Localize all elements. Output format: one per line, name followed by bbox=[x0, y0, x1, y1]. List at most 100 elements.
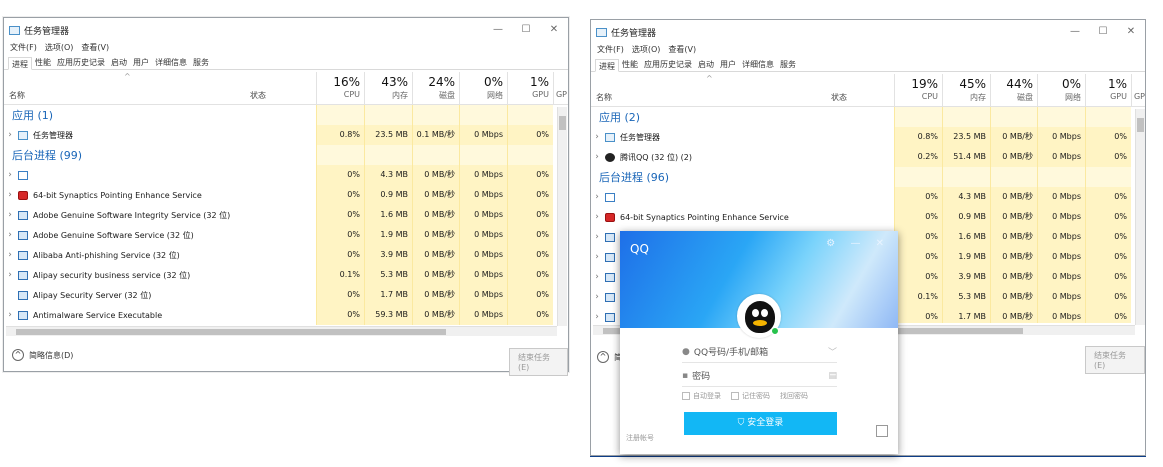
tab-performance[interactable]: 性能 bbox=[32, 56, 54, 69]
header-cpu[interactable]: 16% CPU bbox=[316, 72, 364, 105]
group-header[interactable]: 应用 (2) bbox=[591, 107, 1145, 127]
header-cpu[interactable]: 19% CPU bbox=[894, 74, 942, 107]
expand-chevron-icon[interactable]: › bbox=[591, 272, 603, 282]
minimize-button[interactable]: — bbox=[1061, 20, 1089, 44]
process-row[interactable]: › 任务管理器 0.8% 23.5 MB 0 MB/秒 0 Mbps 0% bbox=[591, 127, 1145, 147]
maximize-button[interactable]: ☐ bbox=[1089, 20, 1117, 44]
close-button[interactable]: ✕ bbox=[1117, 20, 1145, 44]
header-gpu-engine[interactable]: GP bbox=[1131, 74, 1145, 107]
header-disk[interactable]: 24% 磁盘 bbox=[412, 72, 459, 105]
tab-users[interactable]: 用户 bbox=[130, 56, 152, 69]
expand-chevron-icon[interactable]: › bbox=[591, 192, 603, 202]
expand-chevron-icon[interactable]: › bbox=[4, 270, 16, 280]
tab-startup[interactable]: 启动 bbox=[108, 56, 130, 69]
menu-options[interactable]: 选项(O) bbox=[45, 42, 74, 56]
end-task-button[interactable]: 结束任务(E) bbox=[509, 348, 568, 376]
vertical-scrollbar[interactable] bbox=[1135, 109, 1145, 325]
menu-view[interactable]: 查看(V) bbox=[668, 44, 696, 58]
recover-password-link[interactable]: 找回密码 bbox=[780, 391, 808, 401]
expand-chevron-icon[interactable]: › bbox=[591, 132, 603, 142]
process-row[interactable]: › Adobe Genuine Software Service (32 位) 0%… bbox=[4, 225, 568, 245]
group-header[interactable]: 应用 (1) bbox=[4, 105, 568, 125]
process-row[interactable]: › Alibaba Anti-phishing Service (32 位) 0% 3… bbox=[4, 245, 568, 265]
expand-chevron-icon[interactable]: › bbox=[591, 212, 603, 222]
header-memory[interactable]: 45% 内存 bbox=[942, 74, 990, 107]
expand-chevron-icon[interactable]: › bbox=[4, 210, 16, 220]
header-status[interactable]: 状态 bbox=[250, 90, 266, 101]
account-input[interactable]: ● QQ号码/手机/邮箱 ﹀ bbox=[682, 341, 837, 363]
tab-app-history[interactable]: 应用历史记录 bbox=[641, 58, 695, 71]
header-gpu-engine[interactable]: GP bbox=[553, 72, 567, 105]
header-gpu[interactable]: 1% GPU bbox=[507, 72, 553, 105]
qr-code-icon[interactable] bbox=[876, 425, 888, 437]
expand-chevron-icon[interactable]: › bbox=[4, 170, 16, 180]
expand-chevron-icon[interactable]: › bbox=[4, 130, 16, 140]
expand-chevron-icon[interactable]: › bbox=[4, 310, 16, 320]
expand-chevron-icon[interactable]: › bbox=[4, 230, 16, 240]
menu-options[interactable]: 选项(O) bbox=[632, 44, 661, 58]
qq-window-controls[interactable]: ⚙ — ✕ bbox=[826, 238, 890, 249]
remember-password-checkbox[interactable]: 记住密码 bbox=[731, 391, 770, 401]
tab-app-history[interactable]: 应用历史记录 bbox=[54, 56, 108, 69]
password-input[interactable]: ▪ 密码 ▤ bbox=[682, 365, 837, 387]
menu-file[interactable]: 文件(F) bbox=[597, 44, 624, 58]
process-row[interactable]: › 64-bit Synaptics Pointing Enhance Servi… bbox=[591, 207, 1145, 227]
expand-chevron-icon[interactable]: › bbox=[591, 232, 603, 242]
vertical-scrollbar[interactable] bbox=[557, 107, 567, 326]
minimize-button[interactable]: — bbox=[484, 18, 512, 42]
process-row[interactable]: › 任务管理器 0.8% 23.5 MB 0.1 MB/秒 0 Mbps 0% bbox=[4, 125, 568, 145]
header-memory[interactable]: 43% 内存 bbox=[364, 72, 412, 105]
process-row[interactable]: › 0% 4.3 MB 0 MB/秒 0 Mbps 0% bbox=[4, 165, 568, 185]
process-row[interactable]: › Alipay security business service (32 位)… bbox=[4, 265, 568, 285]
fewer-details-toggle[interactable]: ^ 简 bbox=[597, 345, 622, 369]
expand-chevron-icon[interactable]: › bbox=[591, 312, 603, 322]
header-network[interactable]: 0% 网络 bbox=[459, 72, 507, 105]
process-row[interactable]: › Adobe Genuine Software Integrity Servic… bbox=[4, 205, 568, 225]
group-header[interactable]: 后台进程 (99) bbox=[4, 145, 568, 165]
maximize-button[interactable]: ☐ bbox=[512, 18, 540, 42]
menu-view[interactable]: 查看(V) bbox=[81, 42, 109, 56]
tab-performance[interactable]: 性能 bbox=[619, 58, 641, 71]
close-button[interactable]: ✕ bbox=[540, 18, 568, 42]
tab-services[interactable]: 服务 bbox=[190, 56, 212, 69]
tab-details[interactable]: 详细信息 bbox=[152, 56, 190, 69]
process-icon bbox=[18, 270, 28, 280]
avatar[interactable] bbox=[737, 294, 781, 338]
sort-arrow-icon[interactable]: ^ bbox=[124, 72, 131, 81]
process-row[interactable]: › 64-bit Synaptics Pointing Enhance Servi… bbox=[4, 185, 568, 205]
keyboard-icon[interactable]: ▤ bbox=[828, 371, 837, 381]
title-bar[interactable]: 任务管理器 — ☐ ✕ bbox=[4, 18, 568, 42]
secure-login-button[interactable]: ⛉ 安全登录 bbox=[684, 412, 837, 435]
auto-login-checkbox[interactable]: 自动登录 bbox=[682, 391, 721, 401]
menu-file[interactable]: 文件(F) bbox=[10, 42, 37, 56]
header-gpu[interactable]: 1% GPU bbox=[1085, 74, 1131, 107]
chevron-down-icon[interactable]: ﹀ bbox=[828, 345, 837, 358]
end-task-button[interactable]: 结束任务(E) bbox=[1085, 346, 1145, 374]
header-name[interactable]: 名称 bbox=[596, 92, 612, 103]
tab-details[interactable]: 详细信息 bbox=[739, 58, 777, 71]
header-name[interactable]: 名称 bbox=[9, 90, 25, 101]
header-network[interactable]: 0% 网络 bbox=[1037, 74, 1085, 107]
fewer-details-toggle[interactable]: ^ 简略信息(D) bbox=[12, 343, 73, 367]
sort-arrow-icon[interactable]: ^ bbox=[706, 74, 713, 83]
tab-processes[interactable]: 进程 bbox=[595, 59, 619, 72]
register-account-link[interactable]: 注册帐号 bbox=[626, 433, 654, 443]
expand-chevron-icon[interactable]: › bbox=[591, 152, 603, 162]
group-header[interactable]: 后台进程 (96) bbox=[591, 167, 1145, 187]
process-row[interactable]: › 0% 4.3 MB 0 MB/秒 0 Mbps 0% bbox=[591, 187, 1145, 207]
expand-chevron-icon[interactable]: › bbox=[591, 292, 603, 302]
tab-users[interactable]: 用户 bbox=[717, 58, 739, 71]
tab-startup[interactable]: 启动 bbox=[695, 58, 717, 71]
header-disk[interactable]: 44% 磁盘 bbox=[990, 74, 1037, 107]
horizontal-scrollbar[interactable] bbox=[6, 326, 557, 336]
expand-chevron-icon[interactable]: › bbox=[4, 190, 16, 200]
process-row[interactable]: Alipay Security Server (32 位) 0% 1.7 MB 0 M… bbox=[4, 285, 568, 305]
process-row[interactable]: › Antimalware Service Executable 0% 59.3 MB… bbox=[4, 305, 568, 325]
expand-chevron-icon[interactable]: › bbox=[591, 252, 603, 262]
process-row[interactable]: › 腾讯QQ (32 位) (2) 0.2% 51.4 MB 0 MB/秒 0 Mbps 0… bbox=[591, 147, 1145, 167]
tab-services[interactable]: 服务 bbox=[777, 58, 799, 71]
title-bar[interactable]: 任务管理器 — ☐ ✕ bbox=[591, 20, 1145, 44]
header-status[interactable]: 状态 bbox=[831, 92, 847, 103]
expand-chevron-icon[interactable]: › bbox=[4, 250, 16, 260]
tab-processes[interactable]: 进程 bbox=[8, 57, 32, 70]
